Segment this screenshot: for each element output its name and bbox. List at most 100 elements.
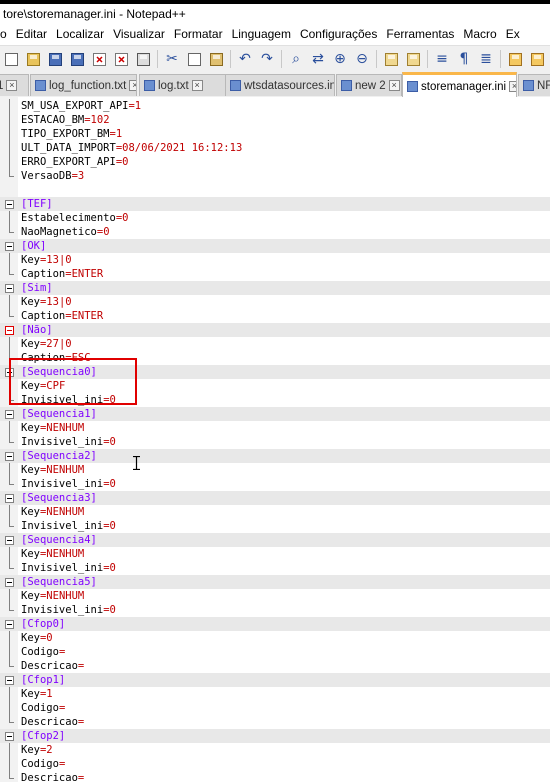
menu-item-8[interactable]: Macro bbox=[460, 24, 502, 45]
close-all-icon[interactable] bbox=[112, 50, 130, 68]
value: 1 bbox=[46, 688, 53, 700]
menu-item-7[interactable]: Ferramentas bbox=[383, 24, 460, 45]
toolbar-separator bbox=[500, 50, 501, 68]
fold-toggle-icon[interactable] bbox=[5, 536, 14, 545]
key: Key bbox=[21, 548, 40, 560]
fold-toggle-icon[interactable] bbox=[5, 494, 14, 503]
code-line: Key=NENHUM bbox=[0, 463, 550, 477]
cut-icon[interactable]: ✂ bbox=[163, 50, 181, 68]
wrap-icon[interactable]: ≡ bbox=[433, 50, 451, 68]
tab-1[interactable]: log_function.txt × bbox=[30, 74, 137, 96]
key: SM_USA_EXPORT_API bbox=[21, 100, 129, 112]
sync-h-icon[interactable] bbox=[404, 50, 422, 68]
text-editor[interactable]: SM_USA_EXPORT_API=1 ESTACAO_BM=102 TIPO_EX… bbox=[0, 97, 550, 782]
fold-line bbox=[9, 421, 10, 435]
key: Key bbox=[21, 422, 40, 434]
value: 1 bbox=[115, 128, 123, 140]
menu-item-9[interactable]: Ex bbox=[503, 24, 526, 45]
tab-6[interactable]: NF bbox=[518, 74, 550, 96]
tab-label: wtsdatasources.ini bbox=[244, 80, 335, 92]
zoom-in-icon[interactable]: ⊕ bbox=[331, 50, 349, 68]
copy-icon[interactable] bbox=[185, 50, 203, 68]
find-icon[interactable]: ⌕ bbox=[287, 50, 305, 68]
undo-icon[interactable]: ↶ bbox=[236, 50, 254, 68]
close-icon[interactable] bbox=[90, 50, 108, 68]
key: Key bbox=[21, 590, 40, 602]
replace-icon[interactable]: ⇄ bbox=[309, 50, 327, 68]
code-line: SM_USA_EXPORT_API=1 bbox=[0, 99, 550, 113]
all-chars-icon[interactable]: ¶ bbox=[455, 50, 473, 68]
line-text: Key=2 bbox=[21, 743, 53, 757]
tab-close-icon[interactable]: × bbox=[509, 81, 516, 93]
section-name: [OK] bbox=[21, 240, 47, 252]
value: NENHUM bbox=[46, 506, 85, 518]
fold-line bbox=[9, 757, 10, 771]
redo-icon[interactable]: ↷ bbox=[258, 50, 276, 68]
indent-guide-icon[interactable]: ≣ bbox=[477, 50, 495, 68]
line-text: Codigo= bbox=[21, 645, 65, 659]
menu-item-3[interactable]: Visualizar bbox=[110, 24, 171, 45]
tab-0[interactable]: 1× bbox=[0, 74, 29, 96]
value: 13|0 bbox=[46, 296, 72, 308]
save-all-icon[interactable] bbox=[68, 50, 86, 68]
tab-close-icon[interactable]: × bbox=[388, 80, 400, 92]
fold-toggle-icon[interactable] bbox=[5, 452, 14, 461]
doc-map-icon[interactable] bbox=[528, 50, 546, 68]
paste-icon[interactable] bbox=[207, 50, 225, 68]
tab-label: storemanager.ini bbox=[421, 81, 507, 93]
tab-2[interactable]: log.txt × bbox=[139, 74, 235, 96]
save-icon[interactable] bbox=[46, 50, 64, 68]
key: Estabelecimento bbox=[21, 212, 116, 224]
fold-line bbox=[9, 141, 10, 155]
open-file-icon[interactable] bbox=[24, 50, 42, 68]
section-name: [Sequencia2] bbox=[21, 450, 97, 462]
menu-item-2[interactable]: Localizar bbox=[53, 24, 110, 45]
tab-close-icon[interactable]: × bbox=[129, 80, 136, 92]
menu-item-4[interactable]: Formatar bbox=[171, 24, 229, 45]
fold-toggle-icon[interactable] bbox=[5, 620, 14, 629]
line-text: Key=1 bbox=[21, 687, 53, 701]
section-name: [Não] bbox=[21, 324, 53, 336]
code-line: TIPO_EXPORT_BM=1 bbox=[0, 127, 550, 141]
tab-5[interactable]: storemanager.ini × bbox=[402, 72, 517, 97]
tab-4[interactable]: new 2 × bbox=[336, 74, 402, 96]
menu-item-0[interactable]: o bbox=[0, 24, 13, 45]
menu-item-6[interactable]: Configurações bbox=[297, 24, 383, 45]
zoom-out-icon[interactable]: ⊖ bbox=[353, 50, 371, 68]
tab-close-icon[interactable]: × bbox=[6, 80, 18, 92]
section-header-line: [Sequencia3] bbox=[0, 491, 550, 505]
fold-toggle-icon[interactable] bbox=[5, 200, 14, 209]
sync-v-icon[interactable] bbox=[382, 50, 400, 68]
tab-close-icon[interactable]: × bbox=[191, 80, 203, 92]
line-text: ERRO_EXPORT_API=0 bbox=[21, 155, 128, 169]
fold-line bbox=[9, 253, 10, 267]
menu-item-1[interactable]: Editar bbox=[13, 24, 53, 45]
toolbar: ✂ ↶ ↷ ⌕ ⇄ ⊕ ⊖ ≡ ¶ ≣ bbox=[0, 45, 550, 72]
value: 0 bbox=[103, 226, 110, 238]
fold-toggle-icon[interactable] bbox=[5, 676, 14, 685]
fold-end bbox=[9, 274, 14, 275]
print-icon[interactable] bbox=[134, 50, 152, 68]
fold-toggle-icon[interactable] bbox=[5, 410, 14, 419]
fold-toggle-icon[interactable] bbox=[5, 326, 14, 335]
fold-toggle-icon[interactable] bbox=[5, 732, 14, 741]
tab-3[interactable]: wtsdatasources.ini× bbox=[225, 74, 335, 96]
code-line: Caption=ENTER bbox=[0, 309, 550, 323]
value: 3 bbox=[77, 170, 85, 182]
fold-toggle-icon[interactable] bbox=[5, 578, 14, 587]
line-text: [Sequencia1] bbox=[21, 407, 97, 421]
fold-line bbox=[9, 505, 10, 519]
fold-toggle-icon[interactable] bbox=[5, 242, 14, 251]
udl-icon[interactable] bbox=[506, 50, 524, 68]
key: VersaoDB bbox=[21, 170, 72, 182]
key: Codigo bbox=[21, 646, 59, 658]
key: Caption bbox=[21, 268, 66, 280]
fold-toggle-icon[interactable] bbox=[5, 284, 14, 293]
fold-line bbox=[9, 701, 10, 715]
line-text: Key=13|0 bbox=[21, 253, 72, 267]
line-text: [OK] bbox=[21, 239, 46, 253]
menu-item-5[interactable]: Linguagem bbox=[229, 24, 297, 45]
new-file-icon[interactable] bbox=[2, 50, 20, 68]
fold-end bbox=[9, 526, 14, 527]
file-icon bbox=[230, 80, 241, 92]
